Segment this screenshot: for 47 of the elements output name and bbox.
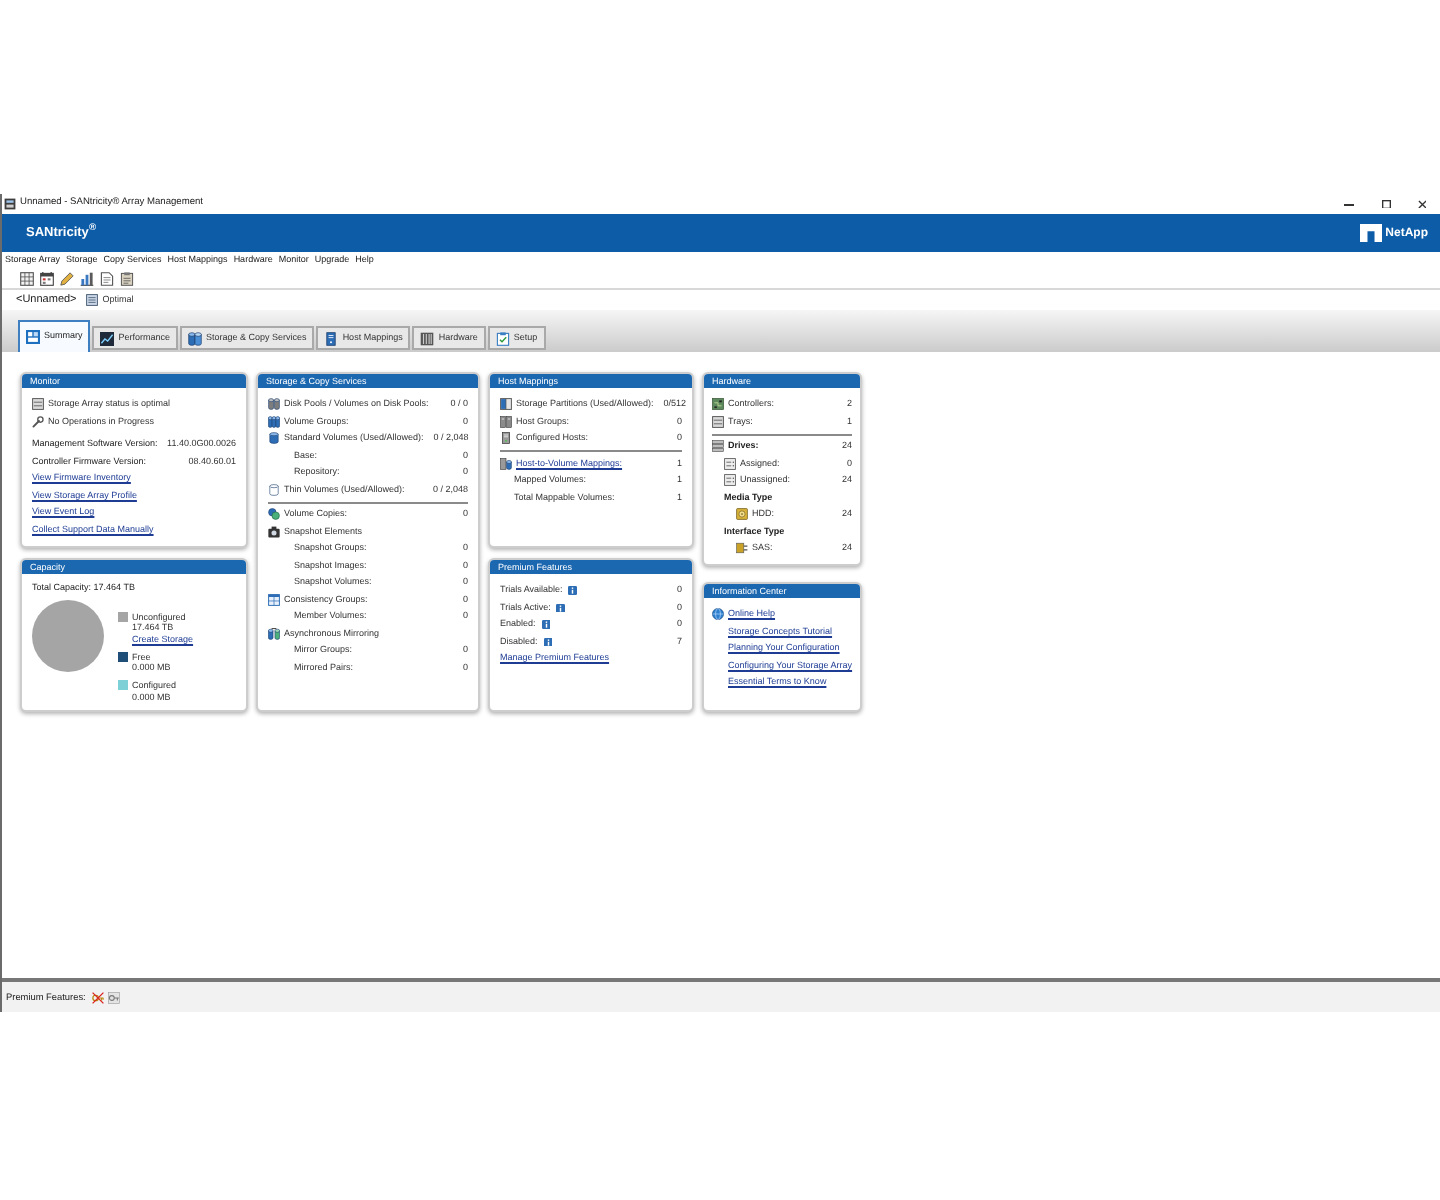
close-icon[interactable] (1417, 199, 1426, 209)
globe-icon (712, 608, 724, 621)
storage-array-icon (86, 294, 99, 306)
cylinders-bar-icon (268, 627, 280, 640)
hard-drive-icon (736, 508, 748, 521)
dashboard-icon (26, 330, 40, 344)
bar-chart-icon[interactable] (80, 271, 94, 285)
drive-tray-icon (32, 398, 44, 411)
drive-icon (724, 457, 736, 470)
server-pair-icon (500, 415, 512, 428)
outlined-cylinder-icon (268, 483, 280, 496)
key-icon (107, 991, 120, 1003)
info-icon (568, 586, 578, 595)
overlapping-disks-icon (268, 508, 280, 521)
drive-icon (724, 474, 736, 487)
cylinder-pair-icon (268, 398, 280, 411)
minimize-icon[interactable] (1344, 203, 1354, 205)
server-tower-icon (324, 331, 339, 345)
key-crossed-icon (91, 991, 104, 1003)
wrench-icon (32, 415, 44, 428)
clipboard-check-icon (495, 331, 510, 345)
pie-chart (32, 599, 104, 671)
logo-icon (1359, 224, 1382, 242)
partitioned-box-icon (500, 398, 512, 411)
circuit-board-icon (712, 398, 724, 411)
page-icon[interactable] (100, 271, 114, 285)
server-tower-icon (500, 432, 512, 445)
line-chart-icon (100, 331, 115, 345)
info-icon (541, 620, 551, 629)
cylinder-pair-icon (188, 331, 203, 345)
drive-tray-icon (712, 415, 724, 428)
cylinder-icon (268, 432, 280, 445)
maximize-icon[interactable] (1382, 199, 1391, 209)
info-icon (543, 637, 553, 646)
info-icon (556, 603, 566, 612)
cylinder-trio-icon (268, 415, 280, 428)
connector-icon (736, 542, 748, 555)
window-grid-icon (268, 593, 280, 606)
drive-stack-icon (712, 440, 724, 453)
clipboard-icon[interactable] (120, 271, 134, 285)
pencil-icon[interactable] (60, 271, 74, 285)
drive-bays-icon (420, 331, 435, 345)
camera-icon (268, 525, 280, 538)
table-icon[interactable] (20, 271, 34, 285)
server-cylinder-icon (500, 457, 512, 470)
calendar-icon[interactable] (40, 271, 54, 285)
app-icon (4, 198, 16, 210)
